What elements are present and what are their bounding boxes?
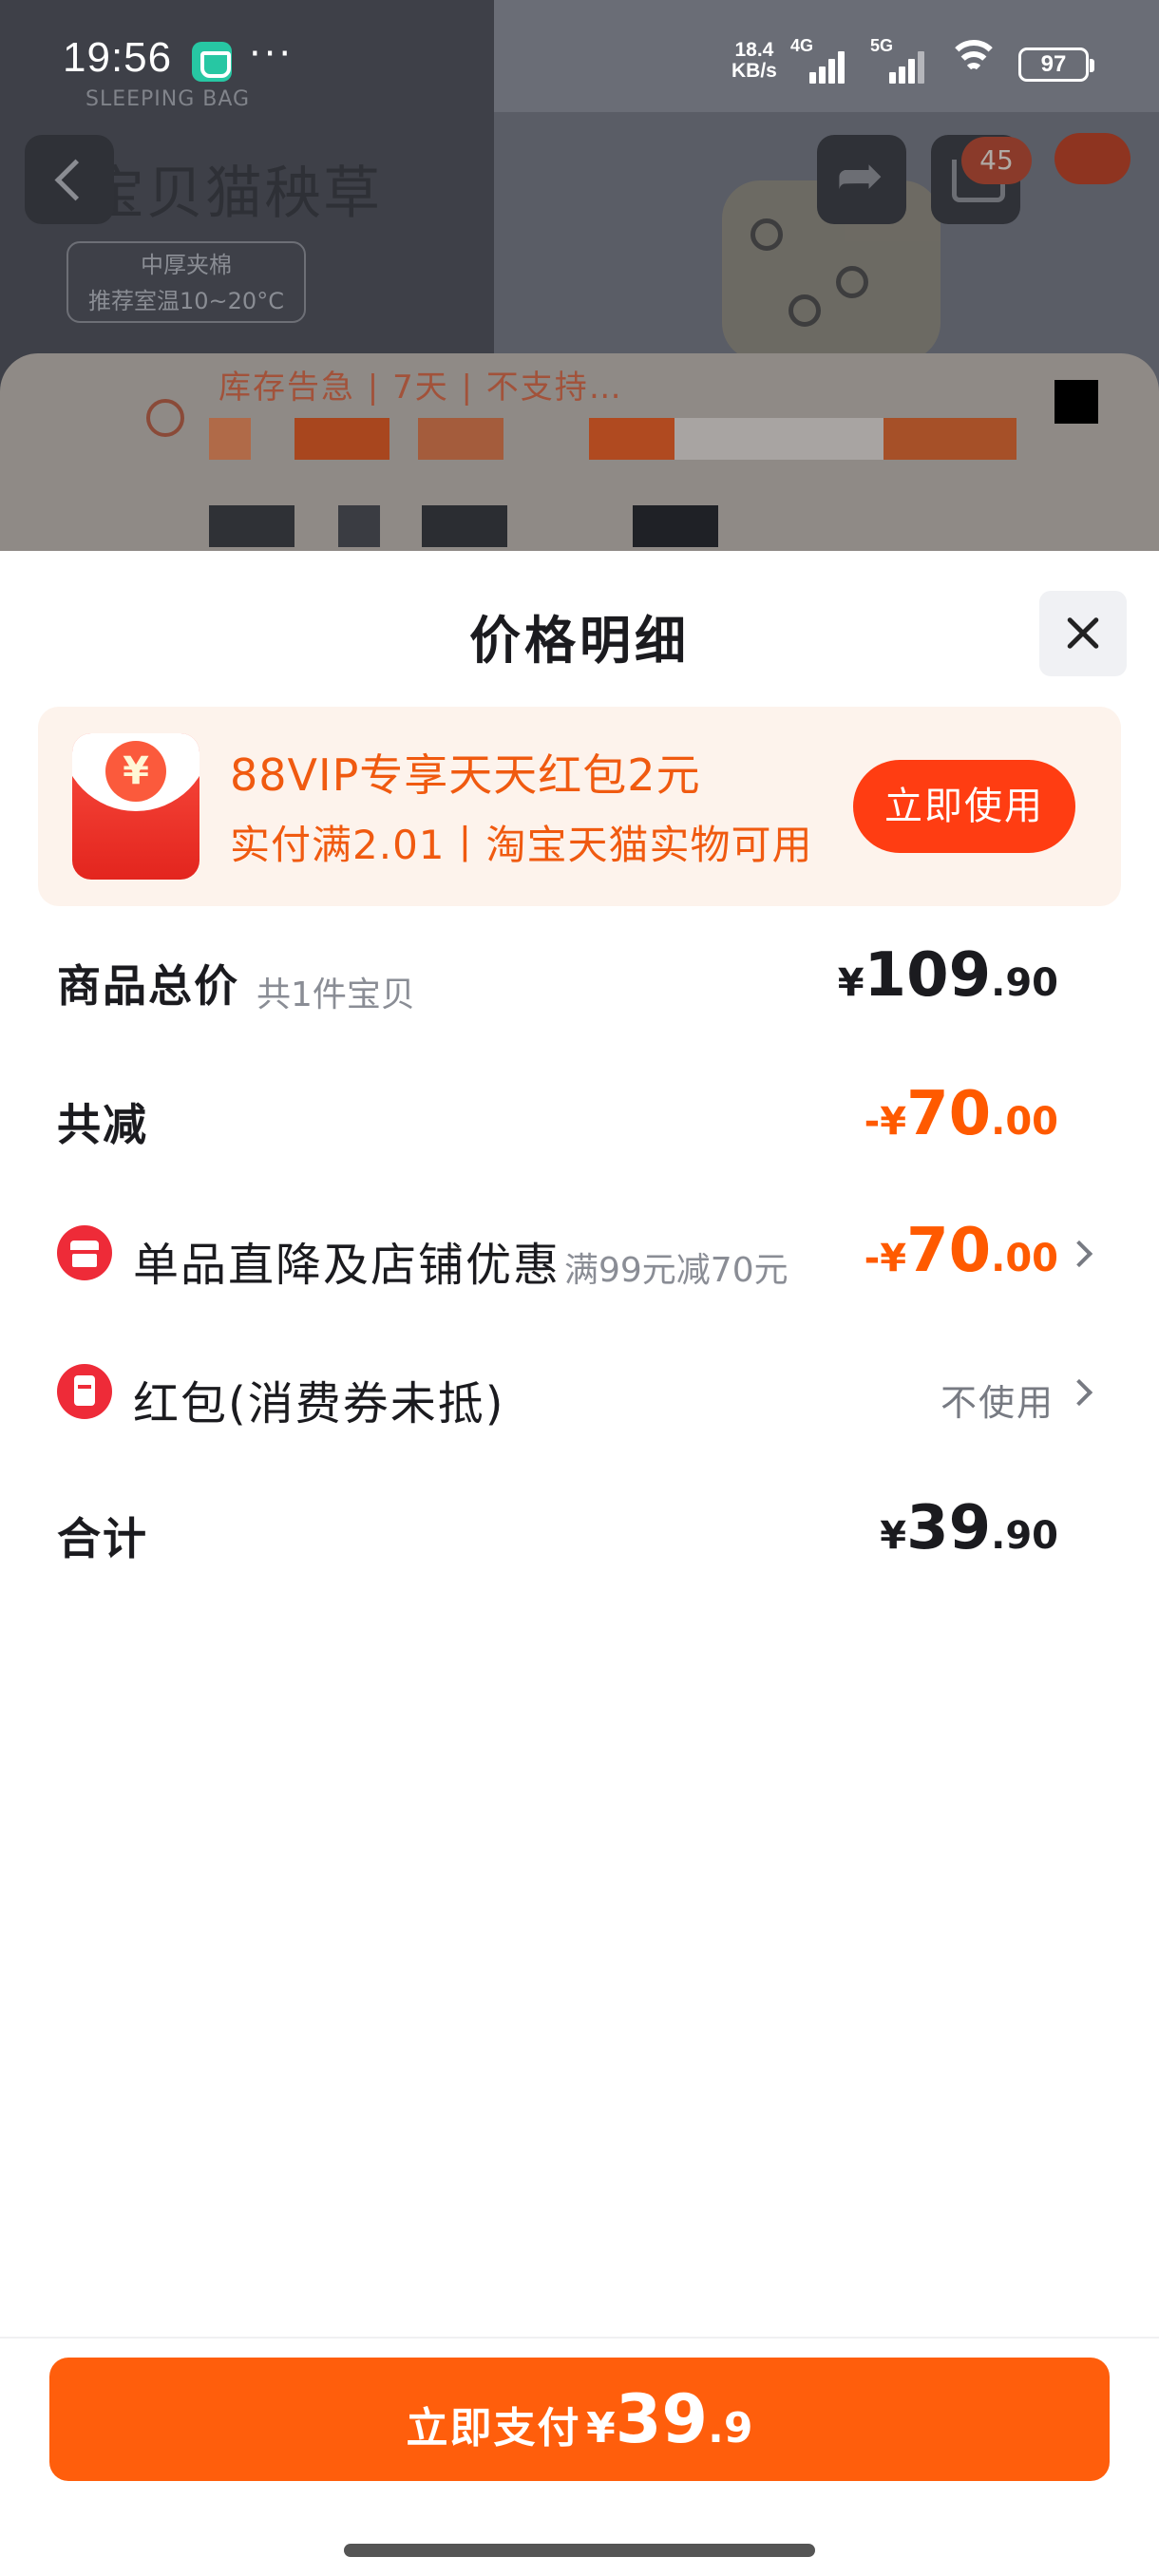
row-sum: 合计 ¥39.90 [0, 1484, 1159, 1579]
background-card-text: 库存告急 | 7天 | 不支持… [218, 369, 623, 407]
background-doodle [788, 294, 821, 327]
price-decimal: .00 [991, 1100, 1058, 1144]
currency-symbol: ¥ [880, 1237, 907, 1280]
signal-bar [889, 72, 896, 84]
total-reduction-label: 共减 [57, 1099, 148, 1150]
item-count-label: 共1件宝贝 [256, 975, 415, 1014]
price-integer: 39 [615, 2380, 709, 2458]
currency-symbol: ¥ [880, 1100, 907, 1144]
price-integer: 70 [906, 1216, 992, 1286]
vip-banner-title: 88VIP专享天天红包2元 [230, 749, 701, 801]
background-pixel [884, 418, 1016, 460]
background-pixel [674, 418, 893, 460]
background-tag-line1: 中厚夹棉 [141, 252, 232, 278]
sum-label: 合计 [57, 1513, 148, 1564]
shop-discount-rule: 满99元减70元 [564, 1251, 788, 1290]
yuan-coin-icon: ¥ [105, 741, 166, 802]
row-shop-discount[interactable]: 单品直降及店铺优惠 满99元减70元 -¥70.00 [0, 1206, 1159, 1301]
background-pixel [338, 505, 380, 547]
row-red-packet[interactable]: 红包(消费券未抵) 不使用 [0, 1345, 1159, 1440]
close-button[interactable] [1039, 591, 1127, 676]
red-packet-icon: ¥ [72, 733, 200, 880]
background-clock-icon [146, 399, 184, 437]
signal-bar [918, 51, 924, 84]
price-integer: 39 [906, 1493, 992, 1563]
signal-bar [838, 51, 845, 84]
currency-symbol: ¥ [837, 961, 864, 1005]
home-indicator[interactable] [344, 2544, 815, 2557]
network-speed-value: 18.4 [734, 39, 774, 61]
background-pixel [418, 418, 504, 460]
use-now-button[interactable]: 立即使用 [853, 760, 1075, 853]
background-pixel [633, 505, 718, 547]
price-integer: 109 [864, 940, 992, 1011]
shop-discount-label: 单品直降及店铺优惠 [133, 1239, 561, 1292]
signal-4g-icon: 4G [790, 36, 845, 84]
total-price-label: 商品总价 [57, 960, 239, 1012]
vip-red-packet-banner: ¥ 88VIP专享天天红包2元 实付满2.01丨淘宝天猫实物可用 立即使用 [38, 707, 1121, 906]
background-tag-line2: 推荐室温10~20°C [88, 288, 284, 314]
background-pixel [422, 505, 507, 547]
signal-bar [908, 59, 915, 84]
vip-banner-condition: 实付满2.01丨淘宝天猫实物可用 [230, 822, 813, 868]
bottom-divider [0, 2337, 1159, 2339]
pay-now-button[interactable]: 立即支付 ¥39.9 [49, 2358, 1110, 2481]
network-speed: 18.4 KB/s [732, 40, 777, 82]
background-back-button [25, 135, 114, 224]
shop-discount-value: -¥70.00 [864, 1216, 1058, 1286]
minus-sign: - [864, 1237, 881, 1280]
sheet-title: 价格明细 [469, 611, 690, 671]
background-pixel [294, 418, 390, 460]
sum-value: ¥39.90 [880, 1493, 1058, 1563]
background-pixel [209, 418, 251, 460]
background-doodle [750, 218, 783, 251]
background-black-box [1054, 380, 1098, 424]
pay-button-label: 立即支付 [406, 2404, 581, 2453]
red-packet-label: 红包(消费券未抵) [133, 1377, 505, 1430]
wifi-arc [964, 63, 983, 82]
total-price-value: ¥109.90 [838, 940, 1058, 1011]
status-time: 19:56 [63, 34, 173, 81]
background-doodle [836, 266, 868, 298]
signal-bar [828, 59, 835, 84]
currency-symbol: ¥ [880, 1514, 907, 1558]
signal-5g-label: 5G [870, 36, 894, 55]
price-decimal: .00 [991, 1237, 1058, 1280]
currency-symbol: ¥ [586, 2404, 616, 2453]
signal-bar [819, 66, 826, 84]
background-share-button [817, 135, 906, 224]
red-packet-small-icon [57, 1364, 112, 1419]
background-cart-badge: 45 [961, 137, 1032, 184]
price-integer: 70 [906, 1079, 992, 1149]
battery-icon: 97 [1018, 47, 1094, 82]
background-tag-box: 中厚夹棉 推荐室温10~20°C [66, 241, 306, 323]
signal-5g-icon: 5G [870, 36, 924, 84]
price-decimal: .9 [708, 2404, 753, 2453]
shop-discount-icon [57, 1225, 112, 1280]
chevron-right-icon [1065, 1240, 1093, 1268]
wifi-icon [946, 40, 1001, 87]
background-brand-text: 宝贝猫秧草 [87, 161, 382, 227]
row-total-reduction: 共减 -¥70.00 [0, 1070, 1159, 1165]
signal-bar [809, 72, 816, 84]
background-pixel [209, 505, 294, 547]
total-reduction-value: -¥70.00 [864, 1079, 1058, 1149]
price-decimal: .90 [991, 1514, 1058, 1558]
chevron-right-icon [1065, 1378, 1093, 1407]
background-more-badge [1054, 133, 1130, 184]
app-notification-icon [192, 42, 232, 82]
price-detail-sheet: 价格明细 ¥ 88VIP专享天天红包2元 实付满2.01丨淘宝天猫实物可用 立即… [0, 551, 1159, 2576]
background-pixel [589, 418, 674, 460]
signal-4g-label: 4G [790, 36, 814, 55]
screen: SLEEPING BAG 宝贝猫秧草 中厚夹棉 推荐室温10~20°C 45 库… [0, 0, 1159, 2576]
red-packet-status: 不使用 [940, 1382, 1054, 1424]
signal-bar [899, 66, 905, 84]
status-more-dots: ··· [249, 32, 294, 76]
network-speed-unit: KB/s [732, 60, 777, 82]
price-decimal: .90 [991, 961, 1058, 1005]
status-bar: 19:56 ··· 18.4 KB/s 4G 5G 97 [0, 0, 1159, 112]
row-total-price: 商品总价 共1件宝贝 ¥109.90 [0, 931, 1159, 1026]
minus-sign: - [864, 1100, 881, 1144]
